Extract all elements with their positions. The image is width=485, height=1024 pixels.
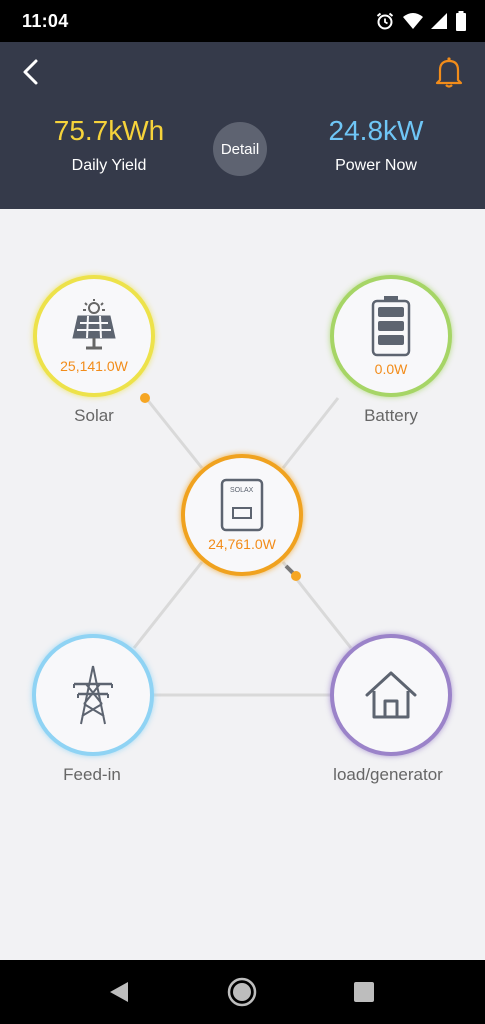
wifi-icon <box>403 13 423 29</box>
battery-icon <box>456 11 466 31</box>
detail-button[interactable]: Detail <box>213 122 267 176</box>
back-triangle-icon <box>110 982 128 1002</box>
status-bar: 11:04 <box>0 0 485 42</box>
header: 75.7kWh Daily Yield Detail 24.8kW Power … <box>0 42 485 209</box>
energy-flow-diagram: 25,141.0W Solar 0.0W Battery SOLAX 24,76… <box>0 209 485 960</box>
status-time: 11:04 <box>22 11 69 31</box>
alarm-icon <box>376 12 394 30</box>
home-circle-icon <box>227 977 257 1007</box>
recents-square-icon <box>354 982 374 1002</box>
load-label: load/generator <box>333 765 443 784</box>
house-icon <box>365 671 417 719</box>
feed-in-label: Feed-in <box>63 765 121 784</box>
solar-panel-icon <box>72 299 116 350</box>
power-tower-icon <box>73 665 113 725</box>
inverter-node[interactable]: SOLAX 24,761.0W <box>181 454 303 576</box>
bell-icon <box>435 57 463 88</box>
nav-recents-button[interactable] <box>348 976 380 1008</box>
load-node[interactable] <box>330 634 452 756</box>
system-nav-bar <box>0 960 485 1024</box>
daily-yield-value: 75.7kWh <box>53 115 165 146</box>
solar-flow-dot <box>140 393 150 403</box>
power-now-label: Power Now <box>335 157 417 174</box>
inverter-brand: SOLAX <box>230 487 254 494</box>
solar-label: Solar <box>74 406 114 425</box>
battery-node[interactable]: 0.0W <box>330 275 452 397</box>
chevron-left-icon <box>23 59 38 85</box>
daily-yield-stat: 75.7kWh Daily Yield <box>19 115 199 175</box>
back-button[interactable] <box>14 54 50 90</box>
inverter-power-value: 24,761.0W <box>208 536 276 552</box>
feed-in-node[interactable] <box>32 634 154 756</box>
solar-power-value: 25,141.0W <box>60 358 128 374</box>
inverter-icon: SOLAX <box>220 478 264 532</box>
signal-icon <box>431 13 447 29</box>
solar-node[interactable]: 25,141.0W <box>33 275 155 397</box>
battery-icon <box>371 296 411 357</box>
daily-yield-label: Daily Yield <box>71 157 147 174</box>
battery-label: Battery <box>364 406 418 425</box>
power-now-value: 24.8kW <box>328 115 424 146</box>
inverter-feedin-line <box>132 561 204 649</box>
nav-back-button[interactable] <box>104 976 136 1008</box>
notification-button[interactable] <box>431 54 467 90</box>
load-flow-dot <box>291 571 301 581</box>
power-now-stat: 24.8kW Power Now <box>286 115 466 175</box>
battery-power-value: 0.0W <box>374 361 408 377</box>
nav-home-button[interactable] <box>226 976 258 1008</box>
status-icons <box>375 10 467 32</box>
